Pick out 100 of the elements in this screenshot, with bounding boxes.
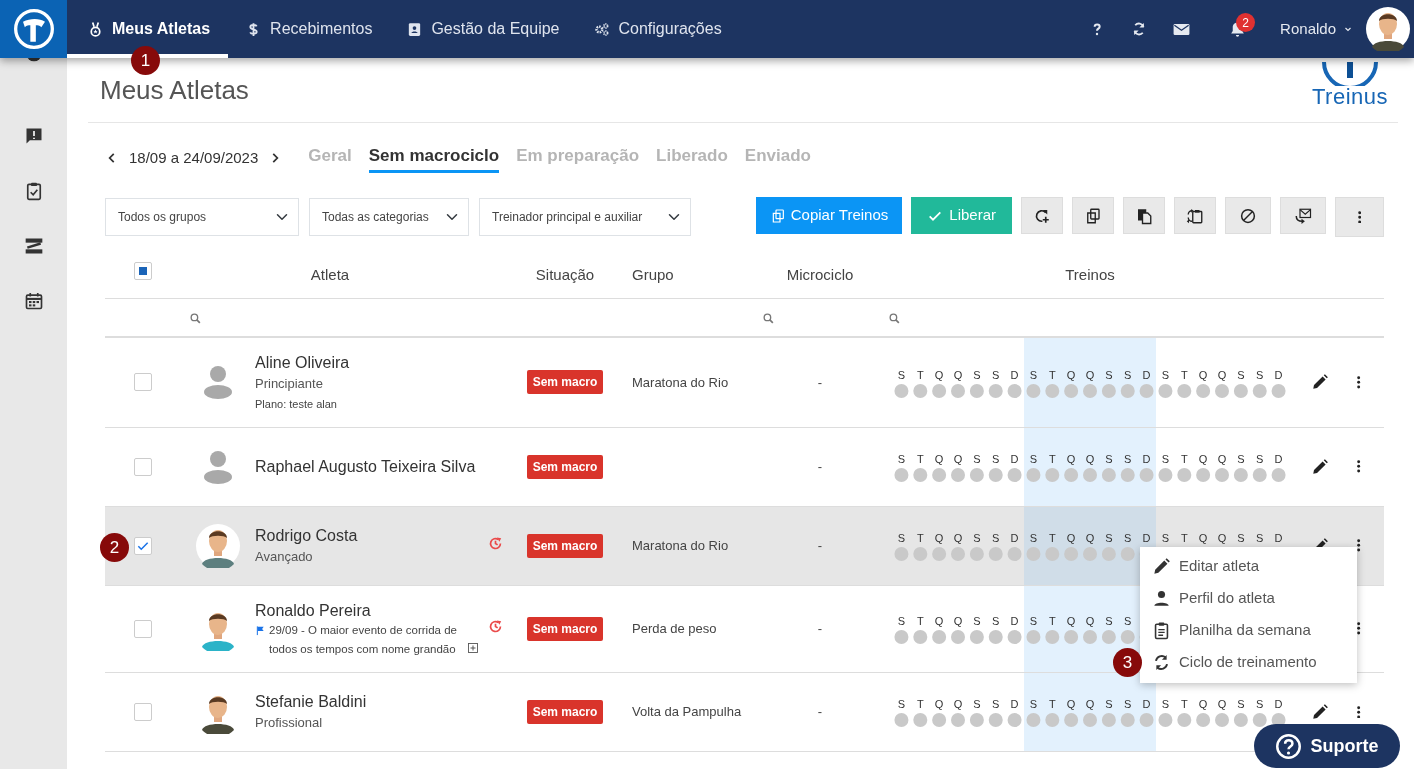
paste-icon [1135,206,1153,225]
weekday-letter: S [991,531,1001,546]
icon-button[interactable] [1174,197,1216,234]
user-menu[interactable]: Ronaldo [1280,17,1354,41]
clipboard-icon [1152,621,1171,641]
search-icon[interactable] [762,311,775,325]
filter-select[interactable]: Treinador principal e auxiliar [479,198,691,236]
support-button[interactable]: Suporte [1254,724,1400,768]
weekday-letter: S [1236,452,1246,467]
help-icon [1275,732,1303,760]
column-header: Grupo [631,264,675,285]
weekday-letter: S [896,367,907,382]
week-range: 18/09 a 24/09/2023 [129,147,259,168]
more-icon [1357,210,1362,224]
weekday-letter: T [915,697,925,712]
menu-item[interactable]: Editar atleta [1140,550,1357,583]
icon-button[interactable] [1072,197,1114,234]
icon-button[interactable] [1225,197,1271,234]
weekday-letter: S [1255,367,1265,382]
table-row[interactable]: Aline Oliveira Principiante Plano: teste alan Sem macro Maratona do Rio - S T Q Q S S D S T Q Q S S D S T Q Q S S D [105,338,1384,428]
more-icon[interactable] [1357,622,1361,636]
tab[interactable]: Sem macrociclo [368,142,500,174]
row-checkbox[interactable] [133,702,152,721]
weekday-letter: Q [933,367,945,382]
gears-icon [593,20,611,38]
weekday-letter: D [1141,531,1152,546]
weekday-letter: S [1104,452,1114,467]
weekday-letter: S [1028,367,1039,382]
nav-tab[interactable]: Configurações [576,0,739,58]
weekday-letter: D [1273,531,1284,546]
weekday-letter: Q [1197,531,1209,546]
weekday-letter: T [1179,452,1189,467]
athlete-name[interactable]: Ronaldo Pereira [255,599,480,622]
row-checkbox[interactable] [133,457,152,476]
weekday-letter: Q [1084,697,1096,712]
indeterminate-icon [138,267,147,275]
search-icon[interactable] [189,311,202,325]
more-icon[interactable] [1357,375,1361,389]
weekday-letter: S [1236,697,1246,712]
athlete-name[interactable]: Aline Oliveira [255,352,480,374]
weekday-letter: S [1028,697,1039,712]
filter-select[interactable]: Todas as categorias [309,198,469,236]
weekday-letter: Q [1065,697,1077,712]
weekday-letter: D [1273,367,1284,382]
expand-icon[interactable] [467,641,479,654]
weekday-letter: Q [1084,531,1096,546]
row-checkbox[interactable] [133,619,152,638]
weekday-letter: Q [952,367,964,382]
filter-select[interactable]: Todos os grupos [105,198,299,236]
select-all-checkbox[interactable] [133,262,152,280]
icon-button[interactable] [1021,197,1063,234]
weekday-letter: T [915,531,925,546]
weekday-letter: S [1255,531,1265,546]
more-icon[interactable] [1357,460,1361,473]
user-avatar[interactable] [1366,7,1410,51]
weekday-letter: T [1179,367,1189,382]
edit-icon[interactable] [1311,373,1329,392]
icon-button[interactable] [1123,197,1165,234]
weekday-letter: S [1160,367,1171,382]
weekday-letter: Q [933,697,945,712]
menu-item[interactable]: Planilha da semana [1140,614,1357,647]
weekday-letter: Q [952,614,964,629]
table-row[interactable]: Raphael Augusto Teixeira Silva Sem macro - S T Q Q S S D S T Q Q S S D S T Q Q S S D [105,427,1384,507]
edit-icon[interactable] [1311,702,1329,721]
edit-icon[interactable] [1311,457,1329,476]
row-checkbox[interactable] [133,536,152,555]
weekday-letter: Q [1084,452,1096,467]
weekday-letter: S [991,697,1001,712]
cycle-icon [1152,653,1171,673]
athlete-name[interactable]: Rodrigo Costa [255,525,480,547]
weekday-letter: T [1179,531,1189,546]
more-icon[interactable] [1357,539,1361,552]
microcycle-value: - [817,536,823,555]
status-tag: Sem macro [526,616,604,641]
more-icon[interactable] [1357,705,1361,719]
weekday-letter: S [991,452,1001,467]
column-header: Atleta [309,264,351,285]
column-header: Treinos [1064,264,1116,285]
weekday-letter: S [1123,452,1133,467]
status-tag: Sem macro [526,533,604,558]
calendar-icon[interactable] [23,290,44,311]
weekday-letter: S [1236,531,1246,546]
weekday-letter: S [1104,697,1114,712]
copy-icon [1084,206,1102,225]
athlete-name[interactable]: Stefanie Baldini [255,691,480,713]
logo-icon[interactable] [11,7,56,51]
weekday-letter: S [991,367,1001,382]
row-checkbox[interactable] [133,373,152,392]
menu-item[interactable]: Perfil do atleta [1140,582,1357,615]
weekday-letter: D [1009,452,1020,467]
weekday-letter: D [1141,452,1152,467]
athlete-name[interactable]: Raphael Augusto Teixeira Silva [255,455,480,478]
weekday-letter: S [896,614,907,629]
weekday-letter: Q [1084,367,1096,382]
icon-button[interactable] [1280,197,1326,234]
column-header: Microciclo [785,264,855,285]
athlete-plan: Plano: teste alan [255,397,338,413]
nav-tab[interactable]: Recebimentos [228,0,390,58]
nav-tab[interactable]: Gestão da Equipe [389,0,577,58]
search-icon[interactable] [888,311,901,325]
